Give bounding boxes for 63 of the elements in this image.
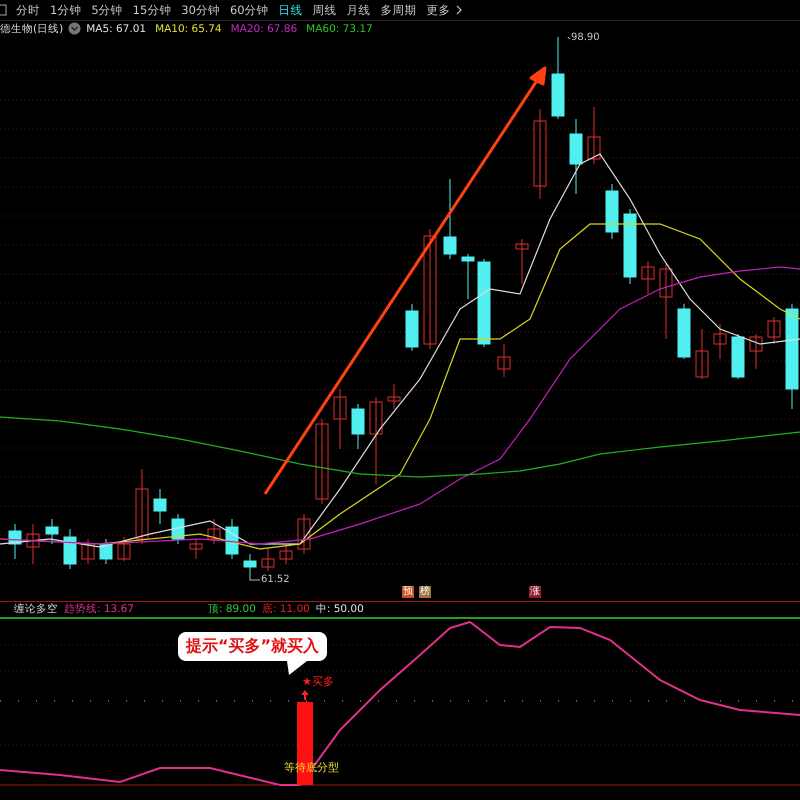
candlestick <box>732 333 744 380</box>
period-tab[interactable]: 月线 <box>342 0 376 20</box>
period-tab[interactable]: 5分钟 <box>86 0 128 20</box>
candlestick <box>750 333 762 370</box>
indicator-value: 趋势线: 13.67 <box>64 602 134 616</box>
candlestick <box>462 253 474 300</box>
period-tab[interactable]: 日线 <box>274 0 308 20</box>
low-price-label: 61.52 <box>261 574 290 585</box>
candlestick <box>642 260 654 294</box>
candlestick <box>100 538 112 564</box>
candlestick <box>588 106 600 164</box>
dropdown-icon[interactable] <box>68 22 82 36</box>
period-tab[interactable]: 更多 <box>422 0 456 20</box>
indicator-value: 顶: 89.00 <box>208 602 256 616</box>
indicator-value: 中: 50.00 <box>316 602 364 616</box>
chevron-right-icon[interactable] <box>456 5 462 15</box>
signal-tag: 预 <box>402 586 414 598</box>
candlestick <box>678 303 690 360</box>
period-tab[interactable]: 1分钟 <box>45 0 86 20</box>
candlestick <box>280 543 292 564</box>
candlestick <box>334 388 346 450</box>
high-price-label: 98.90 <box>571 32 600 43</box>
candlestick <box>388 383 400 410</box>
period-tab[interactable]: 周线 <box>308 0 342 20</box>
stock-name: 德生物(日线) <box>0 22 64 36</box>
up-arrow-icon <box>301 690 309 700</box>
buy-signal-label: ★买多 <box>302 674 334 689</box>
candlestick <box>64 528 76 570</box>
callout-pointer-icon <box>287 661 308 675</box>
indicator-value: 底: 11.00 <box>262 602 310 616</box>
leader-line <box>250 575 260 580</box>
period-tab[interactable]: 60分钟 <box>224 0 274 20</box>
candlestick <box>352 403 364 450</box>
moving-average-value: MA20: 67.86 <box>230 22 298 35</box>
signal-tag: 榜 <box>419 586 431 598</box>
candlestick <box>8 523 22 560</box>
moving-average-value: MA5: 67.01 <box>86 22 146 35</box>
signal-tag: 涨 <box>529 586 541 598</box>
candlestick <box>226 518 238 560</box>
candlestick <box>298 513 310 554</box>
indicator-name: 缠论多空 <box>14 602 58 616</box>
candlestick <box>262 548 274 572</box>
period-tab[interactable]: 15分钟 <box>128 0 176 20</box>
period-tab[interactable]: 分时 <box>11 0 45 20</box>
period-tab[interactable]: 多周期 <box>376 0 422 20</box>
candlestick <box>406 303 418 352</box>
candlestick <box>498 343 510 378</box>
candlestick <box>516 238 528 284</box>
candlestick <box>696 328 708 380</box>
moving-average-value: MA60: 73.17 <box>306 22 373 35</box>
candlestick <box>172 513 184 544</box>
candlestick <box>606 183 618 240</box>
candlestick <box>46 518 58 544</box>
candlestick <box>208 518 220 544</box>
moving-average-value: MA10: 65.74 <box>155 22 222 35</box>
candlestick <box>154 488 166 524</box>
candlestick <box>190 538 202 560</box>
candlestick <box>82 538 94 564</box>
candlestick <box>26 523 40 564</box>
candlestick <box>714 323 726 360</box>
candlestick <box>118 536 130 562</box>
candlestick <box>768 316 780 344</box>
period-tab[interactable]: 30分钟 <box>176 0 225 20</box>
